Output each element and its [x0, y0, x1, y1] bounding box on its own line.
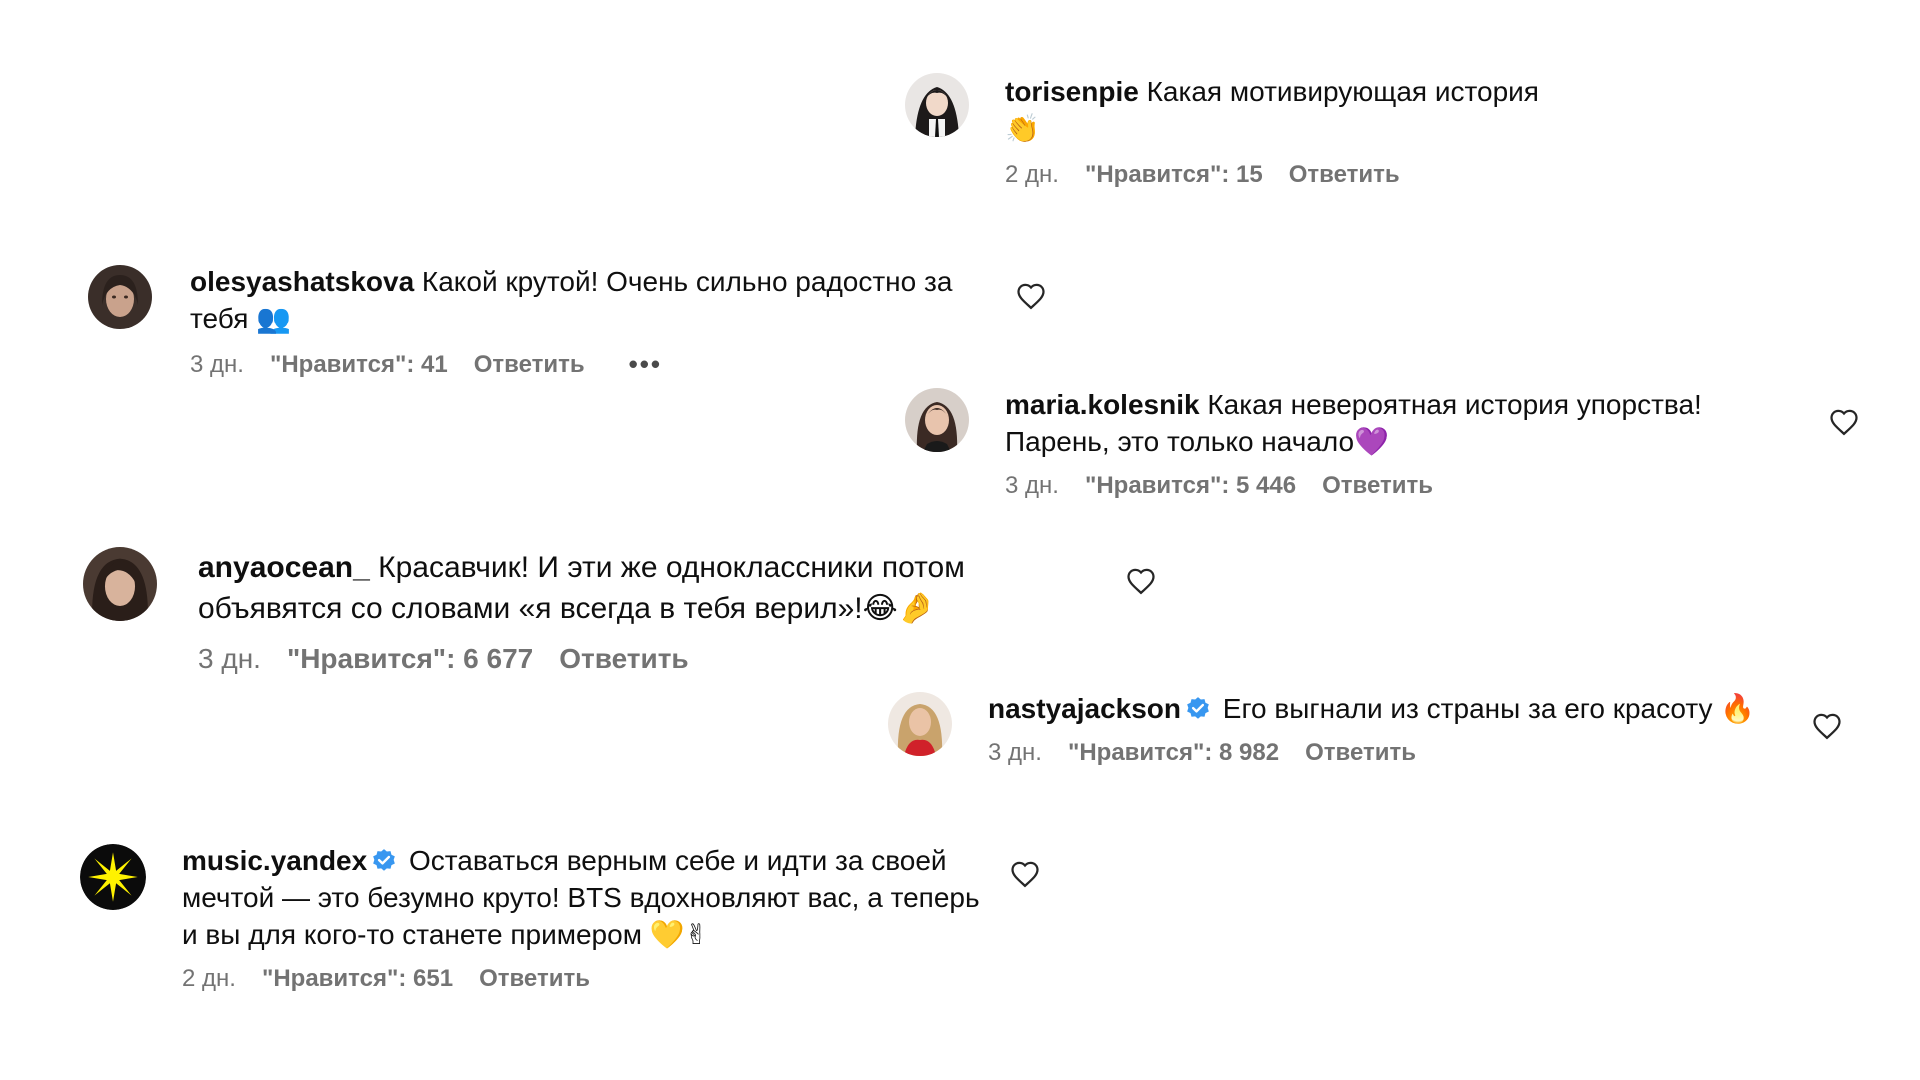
- like-button[interactable]: [1829, 408, 1859, 436]
- heart-icon: [1127, 568, 1155, 595]
- clapping-emoji: 👏: [1005, 112, 1040, 145]
- username[interactable]: torisenpie: [1005, 76, 1139, 107]
- verified-badge-icon: [373, 849, 396, 871]
- reply-button[interactable]: Ответить: [559, 643, 688, 675]
- comment-text: Его выгнали из страны за его красоту: [1222, 693, 1713, 724]
- maria-kolesnik-avatar-icon: [905, 388, 969, 452]
- like-button[interactable]: [1016, 282, 1046, 310]
- heart-icon: [1813, 713, 1841, 740]
- laughing-pinched-fingers-emoji: 😂🤌: [862, 591, 936, 626]
- avatar[interactable]: [80, 844, 146, 910]
- comment-time: 2 дн.: [1005, 161, 1059, 188]
- verified-badge: [371, 848, 397, 874]
- comment-text: Какая мотивирующая история: [1146, 76, 1539, 107]
- username[interactable]: olesyashatskova: [190, 266, 414, 297]
- busts-emoji: 👥: [256, 302, 292, 335]
- comment-time: 2 дн.: [182, 965, 236, 992]
- reply-button[interactable]: Ответить: [479, 965, 590, 993]
- fire-emoji: 🔥: [1720, 692, 1756, 725]
- avatar[interactable]: [888, 692, 952, 756]
- comment-time: 3 дн.: [988, 739, 1042, 766]
- likes-count[interactable]: "Нравится": 41: [270, 351, 448, 379]
- heart-icon: [1017, 283, 1045, 310]
- heart-icon: [1830, 409, 1858, 436]
- avatar[interactable]: [905, 73, 969, 137]
- likes-count[interactable]: "Нравится": 6 677: [287, 643, 533, 675]
- username[interactable]: nastyajackson: [988, 693, 1181, 724]
- avatar[interactable]: [83, 547, 157, 621]
- comment-time: 3 дн.: [198, 643, 261, 674]
- username[interactable]: maria.kolesnik: [1005, 389, 1200, 420]
- like-button[interactable]: [1126, 567, 1156, 595]
- avatar[interactable]: [905, 388, 969, 452]
- verified-badge: [1185, 696, 1211, 722]
- likes-count[interactable]: "Нравится": 5 446: [1085, 472, 1296, 500]
- reply-button[interactable]: Ответить: [1322, 472, 1433, 500]
- anyaocean-avatar-icon: [83, 547, 157, 621]
- username[interactable]: anyaocean_: [198, 551, 370, 584]
- verified-badge-icon: [1187, 697, 1209, 719]
- heart-icon: [1011, 861, 1039, 888]
- comment-time: 3 дн.: [190, 350, 244, 378]
- reply-button[interactable]: Ответить: [1289, 161, 1400, 189]
- reply-button[interactable]: Ответить: [1305, 739, 1416, 767]
- like-button[interactable]: [1812, 712, 1842, 740]
- yellow-heart-victory-emoji: 💛✌: [649, 918, 709, 951]
- torisenpie-avatar-icon: [905, 73, 969, 137]
- yandex-music-logo-icon: [80, 844, 146, 910]
- purple-heart-emoji: 💜: [1354, 425, 1389, 458]
- username[interactable]: music.yandex: [182, 845, 367, 876]
- avatar[interactable]: [88, 265, 152, 329]
- likes-count[interactable]: "Нравится": 651: [262, 965, 453, 993]
- like-button[interactable]: [1010, 860, 1040, 888]
- likes-count[interactable]: "Нравится": 8 982: [1068, 739, 1279, 767]
- reply-button[interactable]: Ответить: [474, 351, 585, 379]
- comment-time: 3 дн.: [1005, 472, 1059, 499]
- olesyashatskova-avatar-icon: [88, 265, 152, 329]
- more-options-button[interactable]: •••: [629, 349, 662, 380]
- nastyajackson-avatar-icon: [888, 692, 952, 756]
- likes-count[interactable]: "Нравится": 15: [1085, 161, 1263, 189]
